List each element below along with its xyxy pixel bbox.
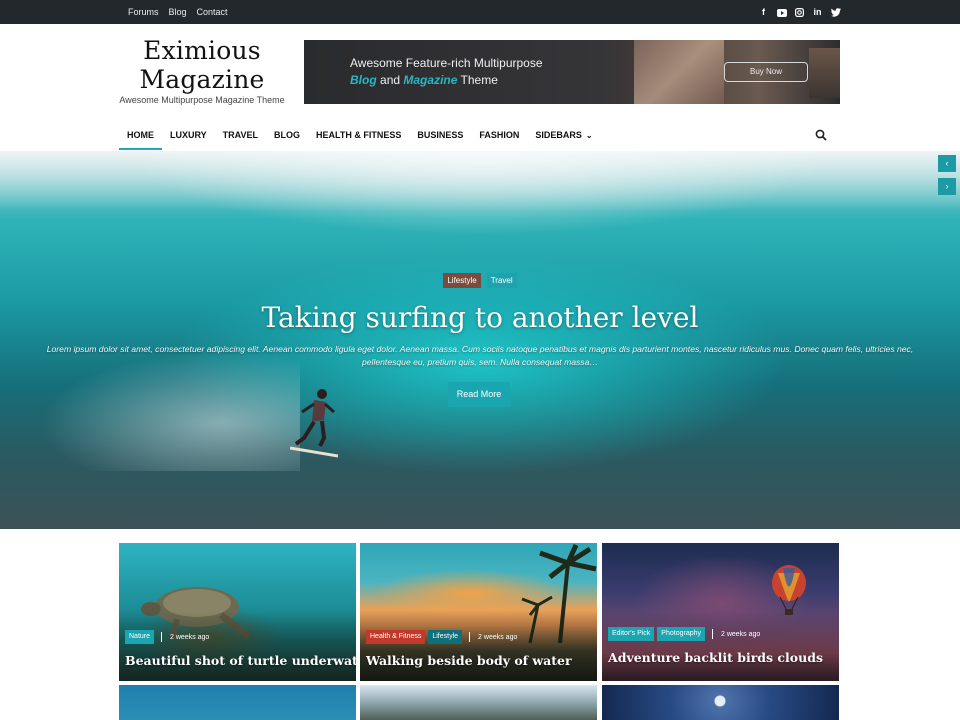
hero-excerpt-line2: pellentesque eu, pretium quis, sem. Null… <box>362 357 598 367</box>
facebook-icon[interactable]: f <box>759 0 768 24</box>
hero-tag-travel[interactable]: Travel <box>486 273 517 288</box>
chevron-down-icon: ⌄ <box>585 131 593 140</box>
banner-word-and: and <box>380 73 401 87</box>
main-nav: HOME LUXURY TRAVEL BLOG HEALTH & FITNESS… <box>119 122 601 150</box>
site-logo[interactable]: Eximious Magazine Awesome Multipurpose M… <box>118 36 286 105</box>
chevron-left-icon: ‹ <box>945 158 949 168</box>
site-title-line2: Magazine <box>139 65 265 94</box>
hero-excerpt: Lorem ipsum dolor sit amet, consectetuer… <box>36 343 924 369</box>
hero-surfer-image <box>290 389 338 458</box>
nav-item-luxury[interactable]: LUXURY <box>162 122 215 150</box>
card-title[interactable]: Beautiful shot of turtle underwater <box>125 653 356 668</box>
top-link-contact[interactable]: Contact <box>197 7 228 17</box>
nav-item-health-fitness[interactable]: HEALTH & FITNESS <box>308 122 409 150</box>
card-tag[interactable]: Photography <box>657 627 705 641</box>
banner-word-theme: Theme <box>460 73 498 87</box>
linkedin-icon[interactable]: in <box>813 0 822 24</box>
banner-buy-now-button[interactable]: Buy Now <box>724 62 808 82</box>
card-overlay <box>119 611 356 681</box>
post-card[interactable]: Nature 2 weeks ago Beautiful shot of tur… <box>119 543 356 681</box>
card-date: 2 weeks ago <box>170 633 210 641</box>
hero-read-more-button[interactable]: Read More <box>448 382 510 407</box>
nav-item-fashion[interactable]: FASHION <box>471 122 527 150</box>
hero-wave-spray <box>0 151 960 211</box>
card-title[interactable]: Walking beside body of water <box>366 653 572 668</box>
banner-line2: Blog and Magazine Theme <box>350 73 498 87</box>
header-banner-ad[interactable]: Awesome Feature-rich Multipurpose Blog a… <box>304 40 840 104</box>
site-tagline: Awesome Multipurpose Magazine Theme <box>119 95 285 105</box>
post-card[interactable]: Editor's Pick Photography 2 weeks ago Ad… <box>602 543 839 681</box>
nav-item-blog[interactable]: BLOG <box>266 122 308 150</box>
card-meta: Nature 2 weeks ago <box>125 630 209 644</box>
card-tag[interactable]: Health & Fitness <box>366 630 426 644</box>
post-card-image[interactable] <box>602 685 839 720</box>
slider-next-button[interactable]: › <box>938 178 956 195</box>
nav-item-sidebars-label: SIDEBARS <box>535 130 582 140</box>
site-title-line1: Eximious <box>143 36 261 65</box>
banner-word-magazine: Magazine <box>403 73 458 87</box>
card-meta: Health & Fitness Lifestyle 2 weeks ago <box>366 630 517 644</box>
chevron-right-icon: › <box>945 181 949 191</box>
banner-line1: Awesome Feature-rich Multipurpose <box>350 56 543 70</box>
card-tag[interactable]: Nature <box>125 630 155 644</box>
top-bar: Forums Blog Contact f in <box>0 0 960 24</box>
nav-item-sidebars[interactable]: SIDEBARS ⌄ <box>527 122 600 150</box>
instagram-icon[interactable] <box>795 0 805 24</box>
card-tag[interactable]: Lifestyle <box>428 630 463 644</box>
post-card[interactable]: Health & Fitness Lifestyle 2 weeks ago W… <box>360 543 597 681</box>
top-links: Forums Blog Contact <box>128 0 228 24</box>
hero-excerpt-line1: Lorem ipsum dolor sit amet, consectetuer… <box>46 344 914 354</box>
top-link-forums[interactable]: Forums <box>128 7 159 17</box>
nav-item-travel[interactable]: TRAVEL <box>215 122 266 150</box>
card-tag[interactable]: Editor's Pick <box>608 627 655 641</box>
card-title[interactable]: Adventure backlit birds clouds <box>608 650 823 665</box>
banner-screenshot-image <box>634 40 724 104</box>
banner-side-image <box>809 48 840 98</box>
nav-item-business[interactable]: BUSINESS <box>409 122 471 150</box>
card-meta: Editor's Pick Photography 2 weeks ago <box>608 627 760 641</box>
slider-prev-button[interactable]: ‹ <box>938 155 956 172</box>
meta-divider <box>161 632 163 642</box>
hero-title[interactable]: Taking surfing to another level <box>0 301 960 334</box>
hero-categories: Lifestyle Travel <box>0 273 960 288</box>
twitter-icon[interactable] <box>831 0 841 24</box>
youtube-icon[interactable] <box>777 0 787 24</box>
hero-wave-foam <box>40 351 300 471</box>
social-icons: f in <box>759 0 841 24</box>
banner-word-blog: Blog <box>350 73 377 87</box>
post-card-image[interactable] <box>360 685 597 720</box>
meta-divider <box>712 629 713 639</box>
card-date: 2 weeks ago <box>721 630 761 638</box>
card-date: 2 weeks ago <box>478 633 518 641</box>
hot-air-balloon-image <box>772 565 806 615</box>
search-icon[interactable] <box>815 129 827 141</box>
card-overlay <box>602 611 839 681</box>
top-link-blog[interactable]: Blog <box>169 7 187 17</box>
meta-divider <box>469 632 471 642</box>
card-overlay <box>360 611 597 681</box>
nav-item-home[interactable]: HOME <box>119 122 162 150</box>
post-card-image[interactable] <box>119 685 356 720</box>
hero-tag-lifestyle[interactable]: Lifestyle <box>443 273 481 288</box>
hero-slider[interactable]: Lifestyle Travel Taking surfing to anoth… <box>0 151 960 529</box>
